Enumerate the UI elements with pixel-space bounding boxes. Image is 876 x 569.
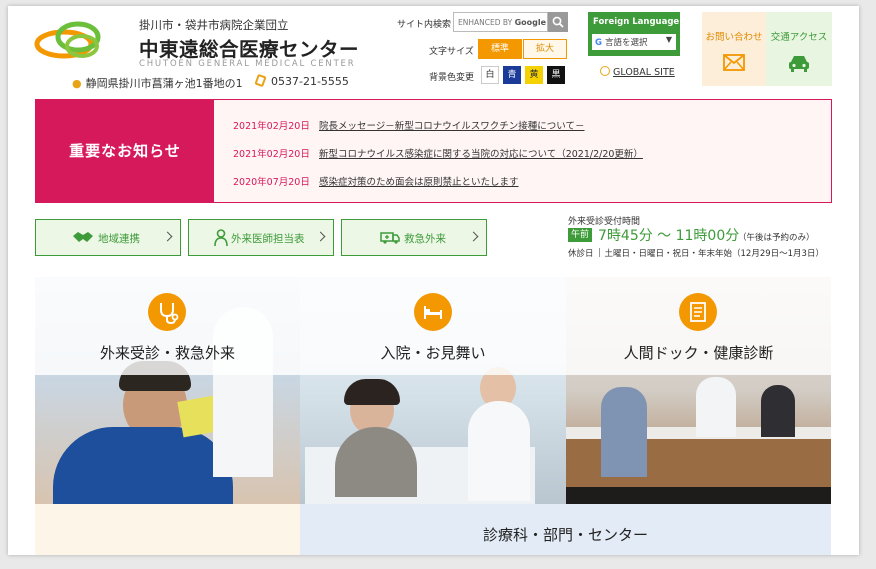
access-label: 交通アクセス: [770, 32, 828, 43]
phone: 0537-21-5555: [254, 73, 349, 88]
clipboard-icon: [679, 293, 717, 331]
contact-button[interactable]: お問い合わせ: [702, 12, 766, 86]
tile-health-checkup[interactable]: 人間ドック・健康診断: [566, 277, 831, 504]
photo-floor: [566, 487, 831, 504]
bg-black-button[interactable]: 黒: [547, 66, 565, 84]
globe-icon: [600, 66, 610, 76]
map-pin-icon: ●: [72, 77, 82, 90]
organization-name: 掛川市・袋井市病院企業団立: [139, 18, 289, 32]
notice-title[interactable]: 院長メッセージ－新型コロナウイルスワクチン接種について－: [319, 121, 585, 132]
foreign-language-title: Foreign Language: [593, 17, 680, 27]
address-text: 静岡県掛川市菖蒲ヶ池1番地の1: [85, 77, 243, 90]
notice-item[interactable]: 2021年02月20日 新型コロナウイルス感染症に関する当院の対応について（202…: [233, 146, 643, 160]
bottom-tile-left[interactable]: [35, 504, 300, 555]
tile-title: 外来受診・救急外来: [99, 344, 235, 362]
photo-visitor: [601, 387, 647, 477]
search-enhanced: ENHANCED BY: [458, 18, 513, 27]
font-size-label: 文字サイズ: [429, 47, 474, 57]
envelope-icon: [723, 54, 745, 71]
tile-outpatient-emergency[interactable]: 外来受診・救急外来: [35, 277, 300, 504]
photo-nurse-body: [468, 401, 530, 501]
language-select-label: 言語を選択: [604, 38, 648, 48]
regional-cooperation-button[interactable]: 地域連携: [35, 219, 181, 256]
car-icon: [789, 56, 809, 72]
bg-white-button[interactable]: 白: [481, 66, 499, 84]
chevron-down-icon: ▼: [665, 35, 672, 44]
language-select[interactable]: G 言語を選択 ▼: [592, 34, 676, 50]
hours-note: （午後は予約のみ）: [738, 233, 815, 243]
search-button[interactable]: [548, 12, 568, 32]
handshake-icon: [73, 232, 93, 242]
departments-title: 診療科・部門・センター: [482, 526, 648, 544]
notice-date: 2020年07月20日: [233, 177, 310, 188]
notice-title[interactable]: 新型コロナウイルス感染症に関する当院の対応について（2021/2/20更新）: [319, 149, 643, 160]
morning-badge: 午前: [568, 228, 593, 242]
notice-item[interactable]: 2020年07月20日 感染症対策のため面会は原則禁止といたします: [233, 174, 519, 188]
stethoscope-icon: [148, 293, 186, 331]
foreign-language-box: Foreign Language G 言語を選択 ▼: [588, 12, 680, 56]
photo-patient-body: [335, 427, 417, 497]
chevron-right-icon: [162, 231, 173, 242]
chevron-right-icon: [468, 231, 479, 242]
global-site-label: GLOBAL SITE: [613, 67, 675, 78]
notice-item[interactable]: 2021年02月20日 院長メッセージ－新型コロナウイルスワクチン接種について－: [233, 118, 585, 132]
hospital-name[interactable]: 中東遠総合医療センター: [139, 33, 359, 62]
photo-doctor-scrubs: [53, 427, 233, 504]
font-size-large-button[interactable]: 拡大: [523, 39, 567, 59]
global-site-link[interactable]: GLOBAL SITE: [600, 66, 675, 78]
outpatient-schedule-label: 外来医師担当表: [231, 233, 305, 245]
notice-heading: 重要なお知らせ: [36, 100, 214, 202]
bg-color-label: 背景色変更: [429, 73, 475, 83]
bg-yellow-button[interactable]: 黄: [525, 66, 543, 84]
holiday-info: 休診日 土曜日・日曜日・祝日・年末年始（12月29日～1月3日）: [568, 247, 824, 259]
address: ● 静岡県掛川市菖蒲ヶ池1番地の1: [72, 75, 243, 91]
doctor-icon: [214, 229, 228, 246]
important-notice-panel: 重要なお知らせ 2021年02月20日 院長メッセージ－新型コロナウイルスワクチン…: [35, 99, 832, 203]
phone-number: 0537-21-5555: [271, 75, 349, 88]
hours-time: 7時45分 ～ 11時00分: [598, 228, 740, 244]
search-icon: [552, 16, 564, 28]
search-input[interactable]: ENHANCED BY Google: [453, 12, 548, 32]
ambulance-icon: [380, 232, 400, 244]
contact-label: お問い合わせ: [705, 32, 763, 43]
notice-date: 2021年02月20日: [233, 149, 310, 160]
bg-blue-button[interactable]: 青: [503, 66, 521, 84]
google-icon: G: [595, 38, 602, 48]
emergency-outpatient-button[interactable]: 救急外来: [341, 219, 487, 256]
site-search-label: サイト内検索: [397, 20, 452, 30]
notice-title[interactable]: 感染症対策のため面会は原則禁止といたします: [319, 177, 519, 188]
holiday-label: 休診日: [568, 249, 594, 259]
notice-date: 2021年02月20日: [233, 121, 310, 132]
hospital-name-en: CHUTOEN GENERAL MEDICAL CENTER: [139, 59, 356, 69]
regional-cooperation-label: 地域連携: [98, 233, 140, 245]
photo-staff: [696, 377, 736, 437]
search-brand: Google: [514, 18, 547, 27]
photo-patient-hair: [344, 379, 400, 405]
photo-staff-2: [761, 385, 795, 437]
tile-departments[interactable]: 診療科・部門・センター: [300, 504, 831, 555]
font-size-standard-button[interactable]: 標準: [478, 39, 522, 59]
page: 掛川市・袋井市病院企業団立 中東遠総合医療センター CHUTOEN GENERA…: [8, 6, 859, 555]
chevron-right-icon: [315, 231, 326, 242]
access-button[interactable]: 交通アクセス: [766, 12, 832, 86]
phone-icon: [254, 73, 267, 88]
tile-title: 人間ドック・健康診断: [623, 344, 774, 362]
holiday-text: 土曜日・日曜日・祝日・年末年始（12月29日～1月3日）: [604, 249, 824, 259]
bed-icon: [414, 293, 452, 331]
hospital-logo-icon[interactable]: [34, 20, 106, 62]
emergency-outpatient-label: 救急外来: [404, 233, 446, 245]
tile-title: 入院・お見舞い: [380, 344, 486, 362]
outpatient-schedule-button[interactable]: 外来医師担当表: [188, 219, 334, 256]
tile-admission-visit[interactable]: 入院・お見舞い: [300, 277, 566, 504]
